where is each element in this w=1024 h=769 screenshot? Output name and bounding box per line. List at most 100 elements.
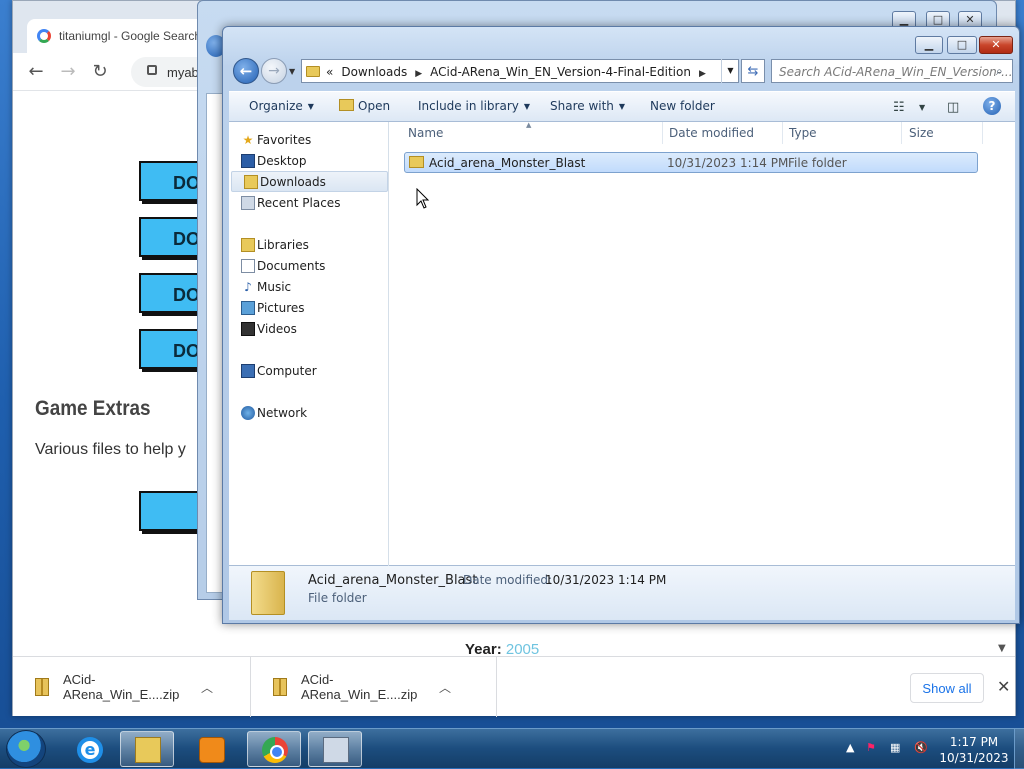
internet-explorer-icon: e [77,737,103,763]
column-divider[interactable] [901,122,902,144]
nav-recent-places[interactable]: Recent Places [229,193,389,214]
details-pane: Acid_arena_Monster_Blast Date modified: … [229,566,1015,620]
open-button[interactable]: Open [339,99,390,113]
chrome-tab-title: titaniumgl - Google Search [59,29,202,43]
reload-icon[interactable]: ↻ [89,62,111,82]
scroll-down-icon[interactable]: ▼ [998,643,1006,654]
nav-pictures[interactable]: Pictures [229,298,389,319]
maximize-icon[interactable]: □ [947,36,977,54]
file-date-modified: 10/31/2023 1:14 PM [667,156,789,170]
taskbar-windows-explorer[interactable] [120,731,174,767]
nav-network[interactable]: Network [229,403,389,424]
column-header-type[interactable]: Type [789,126,817,140]
network-status-icon[interactable]: ▦ [890,741,900,754]
nav-desktop[interactable]: Desktop [229,151,389,172]
organize-button[interactable]: Organize ▼ [249,99,314,113]
show-desktop-button[interactable] [1014,729,1024,769]
star-icon: ★ [242,133,254,147]
download-item-name: ACid-ARena_Win_E....zip [301,672,418,702]
nav-documents-label: Documents [257,259,326,273]
view-options-dropdown-icon[interactable]: ▼ [919,103,925,112]
zip-file-icon [273,678,287,696]
google-icon [37,29,51,43]
column-header-date-modified[interactable]: Date modified [669,126,754,140]
explorer-window[interactable]: ▁ □ ✕ ← → ▼ « Downloads ▶ ACid-ARena_Win_EN… [222,26,1020,624]
taskbar-internet-explorer[interactable]: e [62,731,116,767]
share-with-label: Share with [550,99,614,113]
section-text: Various files to help y [35,441,186,458]
breadcrumb-separator-icon[interactable]: ▶ [699,69,706,79]
file-list: ▲ Name Date modified Type Size Acid_aren… [390,121,1015,566]
nav-documents[interactable]: Documents [229,256,389,277]
new-folder-button[interactable]: New folder [650,99,715,113]
forward-arrow-icon[interactable]: → [57,62,79,82]
sort-ascending-icon: ▲ [526,121,532,129]
back-arrow-icon[interactable]: ← [25,62,47,82]
show-hidden-icons-icon[interactable]: ▲ [846,741,854,754]
nav-music[interactable]: ♪ Music [229,277,389,298]
share-with-button[interactable]: Share with ▼ [550,99,625,113]
start-button[interactable] [6,730,46,768]
nav-libraries[interactable]: Libraries [229,235,389,256]
nav-pictures-label: Pictures [257,301,305,315]
column-divider[interactable] [782,122,783,144]
taskbar-chrome[interactable] [247,731,301,767]
chevron-up-icon[interactable]: ︿ [201,679,225,696]
column-header-name[interactable]: Name [408,126,443,140]
file-row[interactable]: Acid_arena_Monster_Blast 10/31/2023 1:14… [404,152,978,173]
network-icon [241,406,255,420]
nav-music-label: Music [257,280,292,294]
include-in-library-label: Include in library [418,99,519,113]
download-item[interactable]: ACid-ARena_Win_E....zip ︿ [251,657,497,717]
clock[interactable]: 1:17 PM 10/31/2023 [938,734,1010,766]
search-icon[interactable]: ⌕ [996,64,1003,79]
lock-icon [147,65,157,75]
nav-computer-label: Computer [257,364,317,378]
remote-desktop-icon [323,737,349,763]
chevron-down-icon: ▼ [523,102,531,111]
taskbar: e ▲ ⚑ ▦ 🔇 1:17 PM 10/31/2023 [0,728,1024,769]
volume-muted-icon[interactable]: 🔇 [914,741,928,754]
show-all-button[interactable]: Show all [910,673,984,703]
organize-label: Organize [249,99,303,113]
include-in-library-button[interactable]: Include in library ▼ [418,99,530,113]
change-view-icon[interactable]: ☷ [893,100,905,115]
media-player-icon [199,737,225,763]
preview-pane-icon[interactable]: ◫ [947,100,959,115]
breadcrumb-current-folder[interactable]: ACid-ARena_Win_EN_Version-4-Final-Editio… [430,65,691,79]
breadcrumb-separator-icon[interactable]: ▶ [415,69,422,79]
nav-computer[interactable]: Computer [229,361,389,382]
search-input[interactable]: Search ACid-ARena_Win_EN_Version-... [771,59,1013,83]
help-icon[interactable]: ? [983,97,1001,115]
nav-videos[interactable]: Videos [229,319,389,340]
forward-arrow-icon[interactable]: → [261,58,287,84]
nav-downloads[interactable]: Downloads [231,171,388,192]
column-header-size[interactable]: Size [909,126,934,140]
back-arrow-icon[interactable]: ← [233,58,259,84]
nav-favorites[interactable]: ★ Favorites [229,130,389,151]
close-icon[interactable]: ✕ [997,677,1010,696]
download-item[interactable]: ACid-ARena_Win_E....zip ︿ [13,657,251,717]
nav-videos-label: Videos [257,322,297,336]
action-center-flag-icon[interactable]: ⚑ [866,741,876,754]
refresh-icon[interactable]: ⇆ [741,59,765,83]
music-icon: ♪ [244,280,252,294]
column-divider[interactable] [982,122,983,144]
chevron-up-icon[interactable]: ︿ [439,679,463,696]
mouse-cursor-icon [416,188,430,209]
address-bar[interactable]: « Downloads ▶ ACid-ARena_Win_EN_Version-4-F… [301,59,739,83]
minimize-icon[interactable]: ▁ [915,36,943,54]
recent-pages-dropdown-icon[interactable]: ▼ [289,67,295,76]
column-divider[interactable] [662,122,663,144]
clock-date: 10/31/2023 [939,751,1009,765]
close-icon[interactable]: ✕ [979,36,1013,54]
breadcrumb-downloads[interactable]: Downloads [341,65,407,79]
taskbar-remote-desktop[interactable] [308,731,362,767]
address-dropdown-icon[interactable]: ▼ [721,59,739,83]
navigation-pane: ★ Favorites Desktop Downloads Recent Plac… [229,122,389,566]
taskbar-media-player[interactable] [184,731,238,767]
breadcrumb-prefix[interactable]: « [326,65,333,79]
nav-desktop-label: Desktop [257,154,307,168]
downloads-folder-icon [244,175,258,189]
computer-icon [241,364,255,378]
